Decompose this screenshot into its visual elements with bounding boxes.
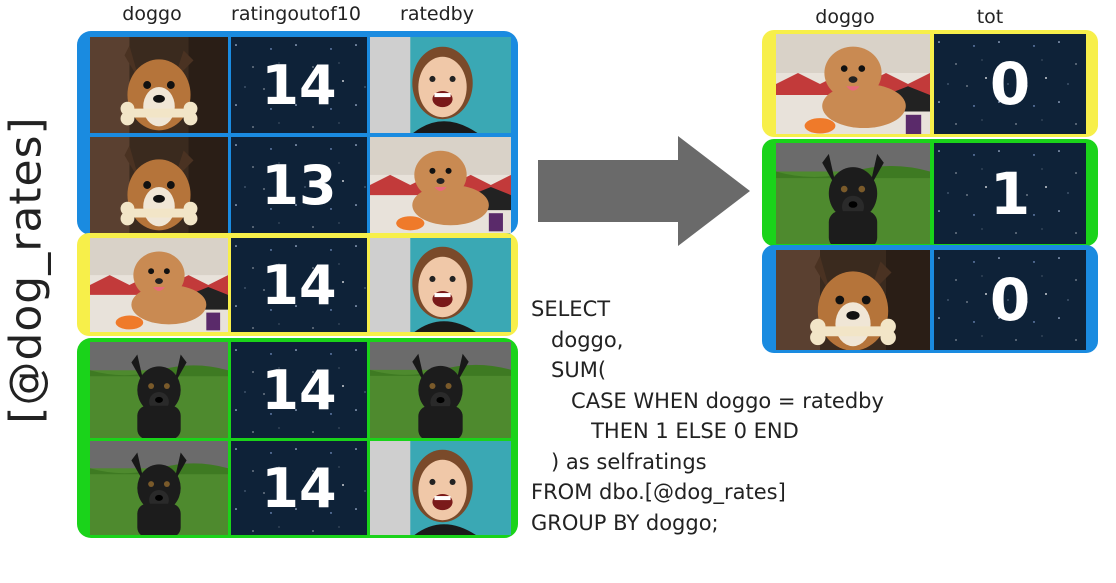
sql-line: GROUP BY doggo; <box>531 510 719 535</box>
result-row-1-tot: 1 <box>934 143 1086 244</box>
table-name-text: [@dog_rates] <box>0 116 52 424</box>
row-1-doggo-photo <box>90 137 228 233</box>
sql-line: THEN 1 ELSE 0 END <box>531 419 799 443</box>
table-name-label: [@dog_rates] <box>1 116 52 423</box>
sql-line: SELECT <box>531 297 611 321</box>
row-3-rating: 14 <box>231 342 367 438</box>
result-row-2-tot: 0 <box>934 250 1086 350</box>
row-2-rating: 14 <box>231 238 367 332</box>
sql-line: FROM dbo.[@dog_rates] <box>531 480 786 504</box>
result-row-0-tot-value: 0 <box>989 50 1031 118</box>
row-3-ratedby-photo <box>370 342 511 438</box>
row-0-doggo-photo <box>90 37 228 133</box>
sql-line: SUM( <box>531 358 607 382</box>
row-3-doggo-photo <box>90 342 228 438</box>
sql-query: SELECT doggo, SUM( CASE WHEN doggo = rat… <box>531 294 884 538</box>
row-1-rating-value: 13 <box>261 153 337 217</box>
result-row-1-doggo-photo <box>776 143 930 244</box>
sql-line: CASE WHEN doggo = ratedby <box>531 388 884 413</box>
header-right-doggo: doggo <box>815 6 875 28</box>
row-0-rating-value: 14 <box>261 53 337 117</box>
transform-arrow-icon <box>538 136 750 246</box>
result-row-1-tot-value: 1 <box>989 159 1031 228</box>
row-2-rating-value: 14 <box>261 253 337 317</box>
result-row-0-doggo-photo <box>776 34 930 134</box>
row-1-ratedby-photo <box>370 137 511 233</box>
row-4-rating-value: 14 <box>261 456 337 520</box>
row-2-doggo-photo <box>90 238 228 332</box>
result-row-2-tot-value: 0 <box>989 266 1031 334</box>
row-4-doggo-photo <box>90 441 228 535</box>
header-ratedby: ratedby <box>400 3 474 25</box>
sql-line: doggo, <box>531 327 624 352</box>
header-ratingoutof10: ratingoutof10 <box>231 3 361 25</box>
row-2-ratedby-photo <box>370 238 511 332</box>
row-0-rating: 14 <box>231 37 367 133</box>
header-doggo: doggo <box>122 3 182 25</box>
row-4-rating: 14 <box>231 441 367 535</box>
row-1-rating: 13 <box>231 137 367 233</box>
row-0-ratedby-photo <box>370 37 511 133</box>
header-tot: tot <box>976 6 1004 28</box>
result-row-0-tot: 0 <box>934 34 1086 134</box>
row-3-rating-value: 14 <box>261 358 337 422</box>
row-4-ratedby-photo <box>370 441 511 535</box>
sql-line: ) as selfratings <box>531 449 707 474</box>
